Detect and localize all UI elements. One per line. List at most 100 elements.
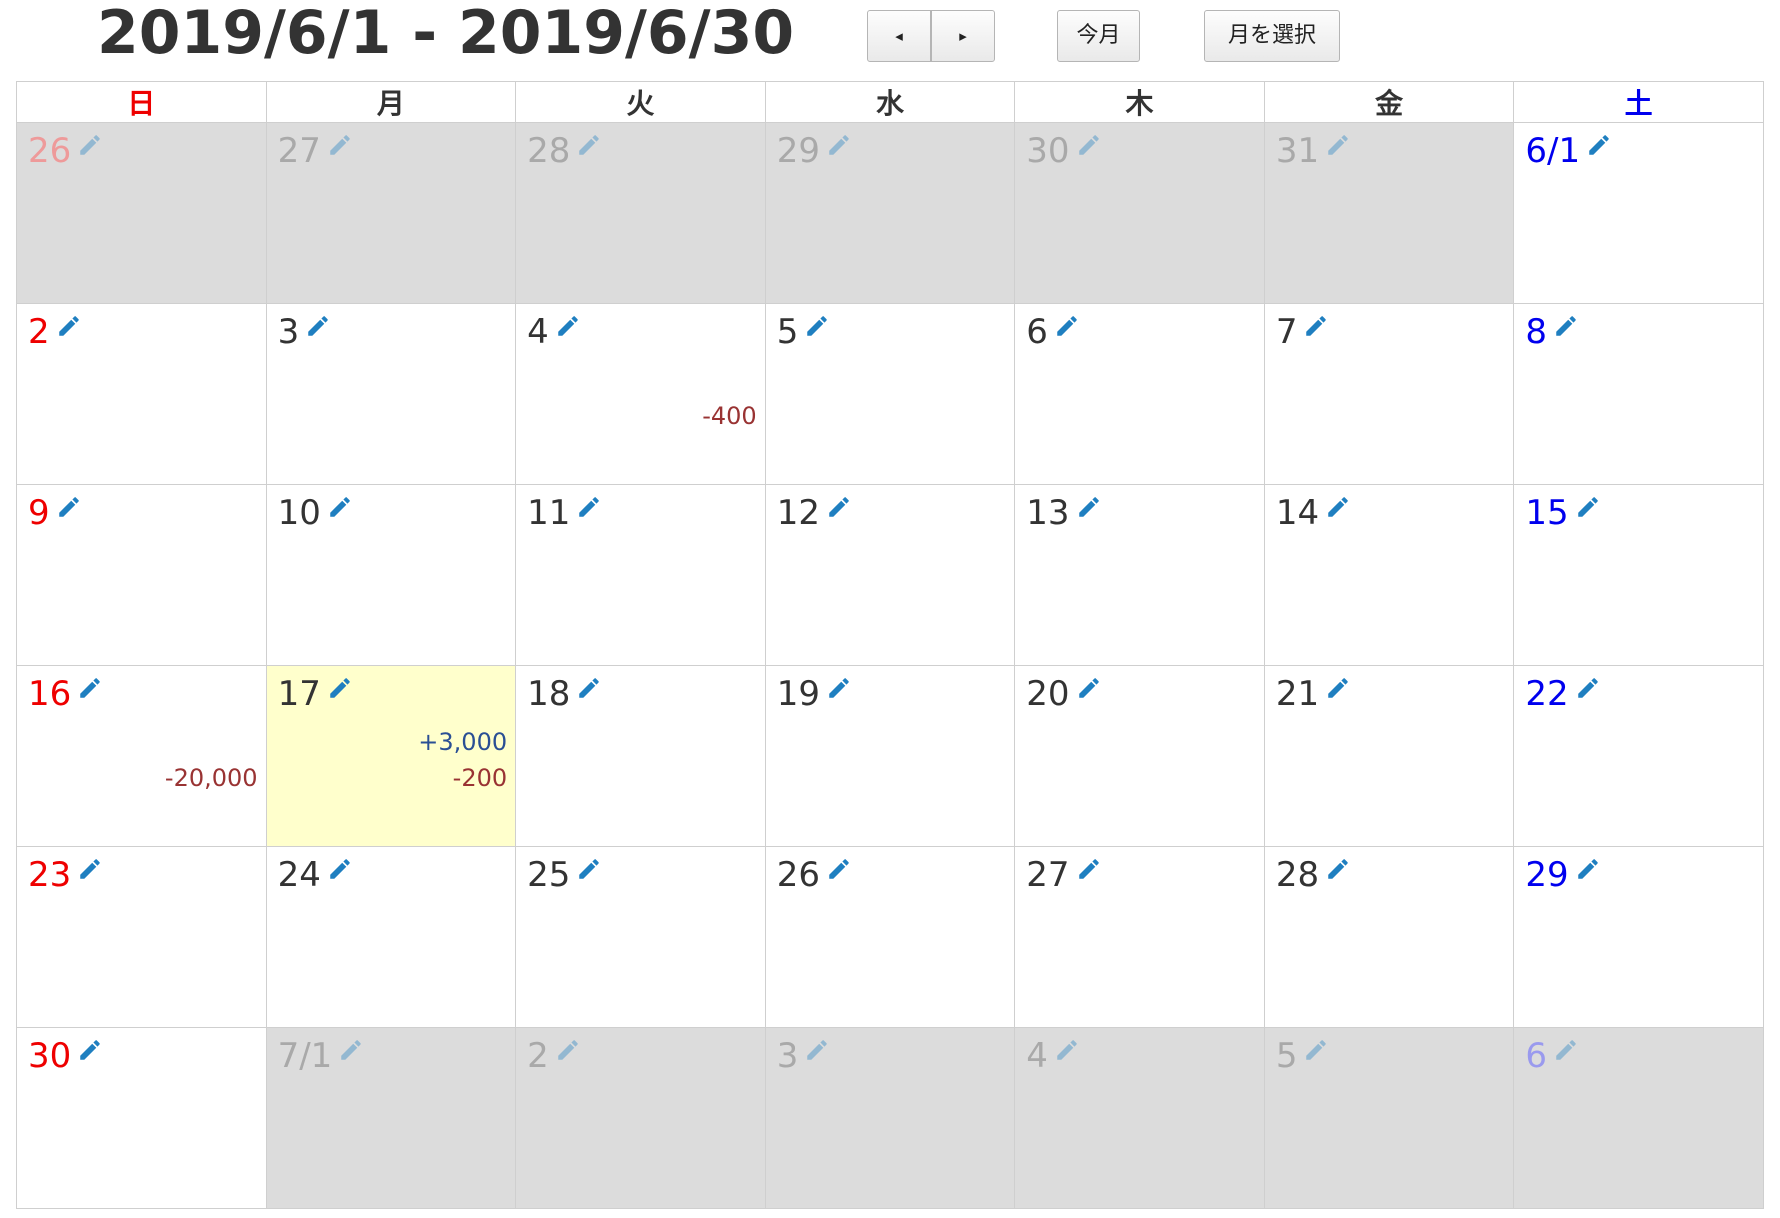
pencil-icon[interactable]	[826, 675, 852, 701]
pencil-icon[interactable]	[1575, 494, 1601, 520]
pencil-icon[interactable]	[804, 313, 830, 339]
pencil-icon[interactable]	[56, 313, 82, 339]
day-cell[interactable]: 2	[515, 1027, 766, 1209]
day-header: 28	[1276, 855, 1351, 895]
pencil-icon[interactable]	[1575, 856, 1601, 882]
pencil-icon[interactable]	[327, 494, 353, 520]
day-cell[interactable]: 19	[764, 665, 1016, 847]
pencil-icon[interactable]	[576, 132, 602, 158]
day-number: 26	[28, 131, 72, 171]
pencil-icon[interactable]	[576, 494, 602, 520]
day-header: 30	[1026, 131, 1101, 171]
day-number: 6/1	[1525, 131, 1581, 171]
day-cell[interactable]: 14	[1263, 484, 1515, 666]
day-cell[interactable]: 29	[764, 122, 1016, 304]
day-cell[interactable]: 9	[16, 484, 267, 666]
pencil-icon[interactable]	[1054, 1037, 1080, 1063]
day-cell[interactable]: 7/1	[265, 1027, 517, 1209]
pencil-icon[interactable]	[77, 132, 103, 158]
pencil-icon[interactable]	[327, 132, 353, 158]
pencil-icon[interactable]	[804, 1037, 830, 1063]
day-header: 19	[777, 674, 852, 714]
pencil-icon[interactable]	[1553, 1037, 1579, 1063]
pencil-icon[interactable]	[1303, 313, 1329, 339]
pencil-icon[interactable]	[56, 494, 82, 520]
pencil-icon[interactable]	[826, 856, 852, 882]
pencil-icon[interactable]	[826, 132, 852, 158]
day-cell[interactable]: 31	[1263, 122, 1515, 304]
day-cell[interactable]: 29	[1513, 846, 1764, 1028]
weekday-wednesday: 水	[764, 81, 1016, 123]
pencil-icon[interactable]	[1303, 1037, 1329, 1063]
day-cell[interactable]: 3	[265, 303, 517, 485]
pencil-icon[interactable]	[77, 856, 103, 882]
day-cell[interactable]: 28	[515, 122, 766, 304]
pencil-icon[interactable]	[576, 675, 602, 701]
pencil-icon[interactable]	[1325, 494, 1351, 520]
day-cell[interactable]: 27	[1014, 846, 1265, 1028]
pencil-icon[interactable]	[305, 313, 331, 339]
pencil-icon[interactable]	[1553, 313, 1579, 339]
day-cell[interactable]: 16 -20,000	[16, 665, 267, 847]
pencil-icon[interactable]	[77, 675, 103, 701]
day-cell[interactable]: 13	[1014, 484, 1265, 666]
day-cell[interactable]: 6/1	[1513, 122, 1764, 304]
pencil-icon[interactable]	[1076, 494, 1102, 520]
pencil-icon[interactable]	[1076, 132, 1102, 158]
pencil-icon[interactable]	[555, 1037, 581, 1063]
pencil-icon[interactable]	[1054, 313, 1080, 339]
pencil-icon[interactable]	[77, 1037, 103, 1063]
pencil-icon[interactable]	[1325, 132, 1351, 158]
day-cell[interactable]: 30	[1014, 122, 1265, 304]
day-cell[interactable]: 6	[1513, 1027, 1764, 1209]
day-cell[interactable]: 26	[764, 846, 1016, 1028]
day-number: 27	[1026, 855, 1070, 895]
day-header: 28	[527, 131, 602, 171]
day-cell-today[interactable]: 17 +3,000 -200	[265, 665, 517, 847]
day-header: 22	[1525, 674, 1600, 714]
day-cell[interactable]: 15	[1513, 484, 1764, 666]
pencil-icon[interactable]	[555, 313, 581, 339]
pencil-icon[interactable]	[327, 856, 353, 882]
pencil-icon[interactable]	[327, 675, 353, 701]
day-cell[interactable]: 5	[1263, 1027, 1515, 1209]
day-cell[interactable]: 4 -400	[515, 303, 766, 485]
day-cell[interactable]: 10	[265, 484, 517, 666]
day-cell[interactable]: 30	[16, 1027, 267, 1209]
day-cell[interactable]: 26	[16, 122, 267, 304]
pencil-icon[interactable]	[338, 1037, 364, 1063]
day-cell[interactable]: 11	[515, 484, 766, 666]
day-cell[interactable]: 8	[1513, 303, 1764, 485]
day-cell[interactable]: 25	[515, 846, 766, 1028]
day-cell[interactable]: 2	[16, 303, 267, 485]
pencil-icon[interactable]	[1575, 675, 1601, 701]
day-cell[interactable]: 22	[1513, 665, 1764, 847]
pencil-icon[interactable]	[1076, 856, 1102, 882]
pencil-icon[interactable]	[826, 494, 852, 520]
next-month-button[interactable]: ▸	[931, 10, 995, 62]
pencil-icon[interactable]	[1325, 856, 1351, 882]
this-month-button[interactable]: 今月	[1057, 10, 1140, 62]
day-cell[interactable]: 12	[764, 484, 1016, 666]
day-cell[interactable]: 23	[16, 846, 267, 1028]
pencil-icon[interactable]	[1325, 675, 1351, 701]
weekday-tuesday: 火	[515, 81, 766, 123]
prev-month-button[interactable]: ◂	[867, 10, 931, 62]
day-cell[interactable]: 21	[1263, 665, 1515, 847]
day-cell[interactable]: 20	[1014, 665, 1265, 847]
select-month-button[interactable]: 月を選択	[1204, 10, 1340, 62]
pencil-icon[interactable]	[576, 856, 602, 882]
pencil-icon[interactable]	[1586, 132, 1612, 158]
day-cell[interactable]: 5	[764, 303, 1016, 485]
day-cell[interactable]: 3	[764, 1027, 1016, 1209]
day-cell[interactable]: 6	[1014, 303, 1265, 485]
day-cell[interactable]: 27	[265, 122, 517, 304]
day-cell[interactable]: 4	[1014, 1027, 1265, 1209]
day-cell[interactable]: 24	[265, 846, 517, 1028]
day-number: 24	[277, 855, 321, 895]
pencil-icon[interactable]	[1076, 675, 1102, 701]
day-amounts: -20,000	[165, 760, 258, 796]
day-cell[interactable]: 28	[1263, 846, 1515, 1028]
day-cell[interactable]: 7	[1263, 303, 1515, 485]
day-cell[interactable]: 18	[515, 665, 766, 847]
